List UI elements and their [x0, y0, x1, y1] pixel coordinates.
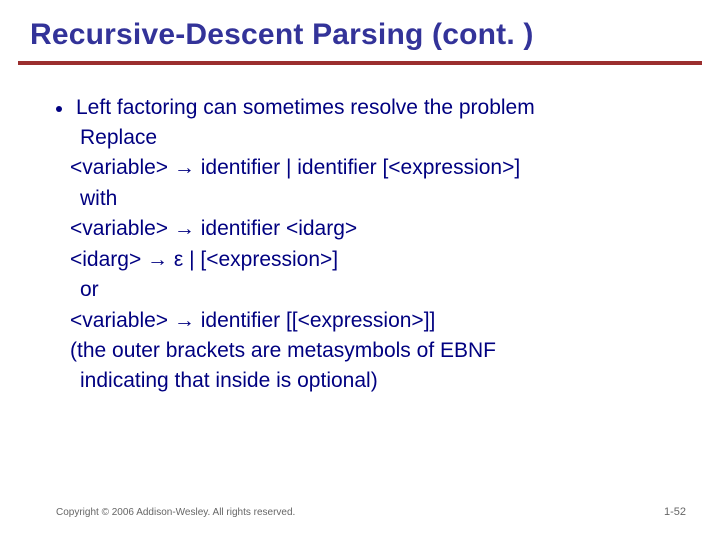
- slide: Recursive-Descent Parsing (cont. ) Left …: [0, 0, 720, 540]
- slide-title: Recursive-Descent Parsing (cont. ): [30, 18, 690, 53]
- footer-page-number: 1-52: [664, 506, 686, 518]
- title-area: Recursive-Descent Parsing (cont. ): [0, 0, 720, 53]
- bullet-marker: [56, 106, 62, 112]
- note-line-2: indicating that inside is optional): [80, 366, 672, 396]
- bullet-lead: Left factoring can sometimes resolve the…: [76, 93, 672, 123]
- grammar-rule-1: <variable> → identifier | identifier [<e…: [70, 153, 672, 183]
- grammar-rule-3: <idarg> → ε | [<expression>]: [70, 245, 672, 275]
- bullet-content: Left factoring can sometimes resolve the…: [76, 93, 672, 397]
- slide-body: Left factoring can sometimes resolve the…: [0, 65, 720, 397]
- grammar-rule-2: <variable> → identifier <idarg>: [70, 214, 672, 244]
- footer-copyright: Copyright © 2006 Addison-Wesley. All rig…: [56, 507, 295, 518]
- note-line-1: (the outer brackets are metasymbols of E…: [70, 336, 672, 366]
- bullet-item: Left factoring can sometimes resolve the…: [56, 93, 672, 397]
- line-or: or: [80, 275, 672, 305]
- line-with: with: [80, 184, 672, 214]
- line-replace: Replace: [80, 123, 672, 153]
- grammar-rule-4: <variable> → identifier [[<expression>]]: [70, 306, 672, 336]
